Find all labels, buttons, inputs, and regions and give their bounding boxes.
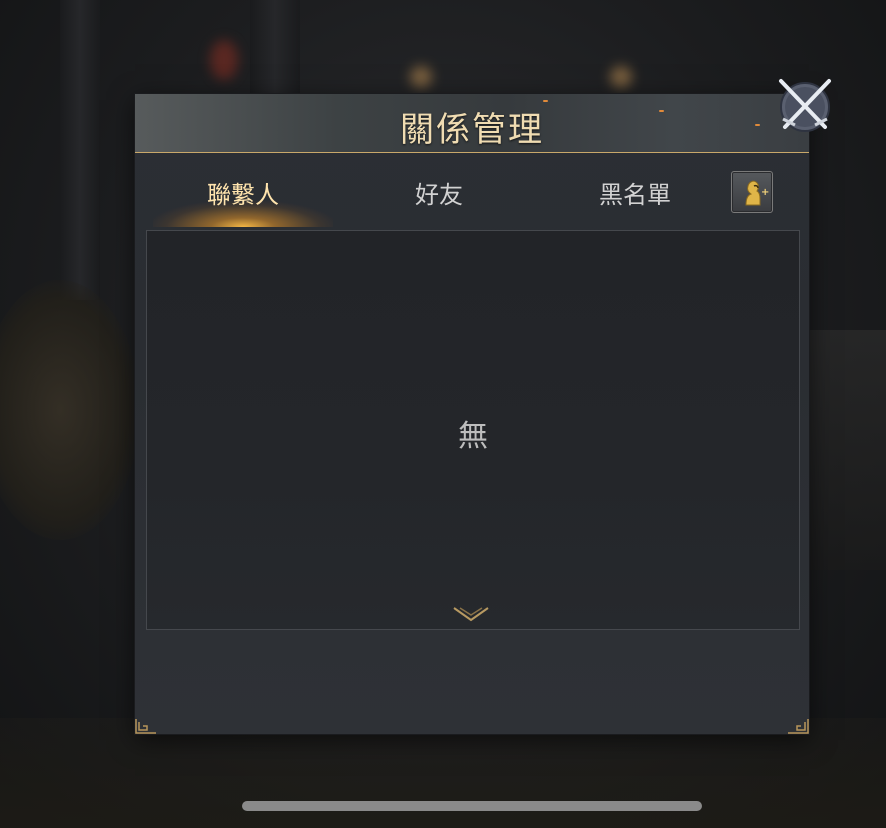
dialog-title: 關係管理 [400, 110, 544, 150]
crossed-swords-close-icon [779, 79, 831, 132]
ember-decoration [659, 110, 664, 112]
background-light [610, 66, 632, 88]
background-light [410, 66, 432, 88]
ember-decoration [755, 124, 760, 126]
background-side-panel [806, 330, 886, 570]
close-button[interactable] [775, 77, 835, 137]
tab-label: 聯繫人 [207, 181, 279, 209]
background-floor [0, 718, 886, 828]
background-object [0, 280, 140, 540]
empty-state-text: 無 [458, 419, 488, 454]
svg-text:+: + [761, 187, 769, 198]
home-indicator[interactable] [242, 801, 702, 811]
corner-ornament-icon [135, 719, 156, 734]
tab-label: 黑名單 [599, 181, 671, 209]
tab-blacklist[interactable]: 黑名單 [537, 165, 733, 225]
tab-friends[interactable]: 好友 [341, 165, 537, 225]
add-friend-icon: + [745, 180, 769, 206]
contacts-list-panel: 無 [146, 230, 800, 630]
chevron-down-icon[interactable] [452, 606, 490, 624]
corner-ornament-icon [788, 719, 809, 734]
ember-decoration [543, 100, 548, 102]
tab-contacts[interactable]: 聯繫人 [145, 165, 341, 227]
tab-label: 好友 [415, 181, 463, 209]
dialog-header: 關係管理 [135, 94, 809, 153]
add-friend-button[interactable]: + [731, 171, 773, 213]
background-lantern [210, 40, 238, 80]
background-pillar [60, 0, 100, 300]
background-pillar [250, 0, 300, 100]
